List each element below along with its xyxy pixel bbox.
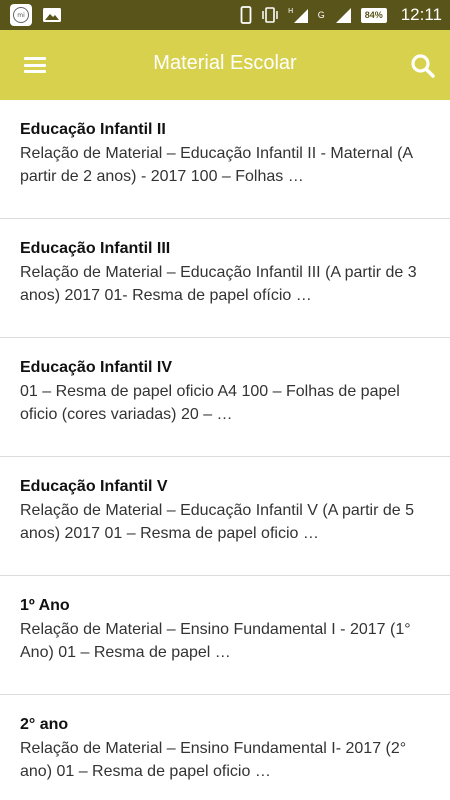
- post-excerpt: Relação de Material – Ensino Fundamental…: [20, 621, 411, 661]
- status-bar: mi H G 84% 12:11: [0, 0, 450, 30]
- app-bar: Material Escolar: [0, 30, 450, 100]
- clock: 12:11: [400, 5, 442, 24]
- post-excerpt: Relação de Material – Educação Infantil …: [20, 145, 413, 185]
- post-title: Educação Infantil III: [20, 240, 171, 257]
- signal-1-icon: H: [288, 7, 308, 23]
- phone-icon: [240, 6, 252, 24]
- status-right: H G 84% 12:11: [240, 5, 442, 25]
- post-list: Educação Infantil II Relação de Material…: [0, 100, 450, 800]
- post-excerpt: Relação de Material – Ensino Fundamental…: [20, 740, 407, 780]
- post-title: Educação Infantil V: [20, 478, 168, 495]
- list-item[interactable]: Educação Infantil V Relação de Material …: [0, 457, 450, 576]
- page-title: Material Escolar: [153, 51, 297, 74]
- search-icon[interactable]: [410, 53, 436, 79]
- battery-indicator: 84%: [360, 7, 387, 23]
- post-title: 1º Ano: [20, 597, 70, 614]
- list-item[interactable]: 2° ano Relação de Material – Ensino Fund…: [0, 695, 450, 800]
- signal-2-icon: [335, 8, 351, 23]
- vibrate-icon: [261, 7, 278, 23]
- list-item[interactable]: Educação Infantil III Relação de Materia…: [0, 219, 450, 338]
- post-title: Educação Infantil IV: [20, 359, 173, 376]
- list-item[interactable]: 1º Ano Relação de Material – Ensino Fund…: [0, 576, 450, 695]
- app-notification-icon: mi: [10, 4, 32, 26]
- list-item[interactable]: Educação Infantil IV 01 – Resma de papel…: [0, 338, 450, 457]
- post-title: Educação Infantil II: [20, 121, 166, 138]
- network-type-label: G: [317, 9, 325, 20]
- gallery-icon: [42, 7, 62, 23]
- post-excerpt: Relação de Material – Educação Infantil …: [20, 264, 417, 304]
- post-excerpt: 01 – Resma de papel oficio A4 100 – Folh…: [20, 383, 400, 423]
- list-item[interactable]: Educação Infantil II Relação de Material…: [0, 100, 450, 219]
- post-title: 2° ano: [20, 716, 69, 733]
- post-excerpt: Relação de Material – Educação Infantil …: [20, 502, 414, 542]
- status-left: mi: [10, 4, 62, 26]
- svg-text:H: H: [288, 7, 293, 15]
